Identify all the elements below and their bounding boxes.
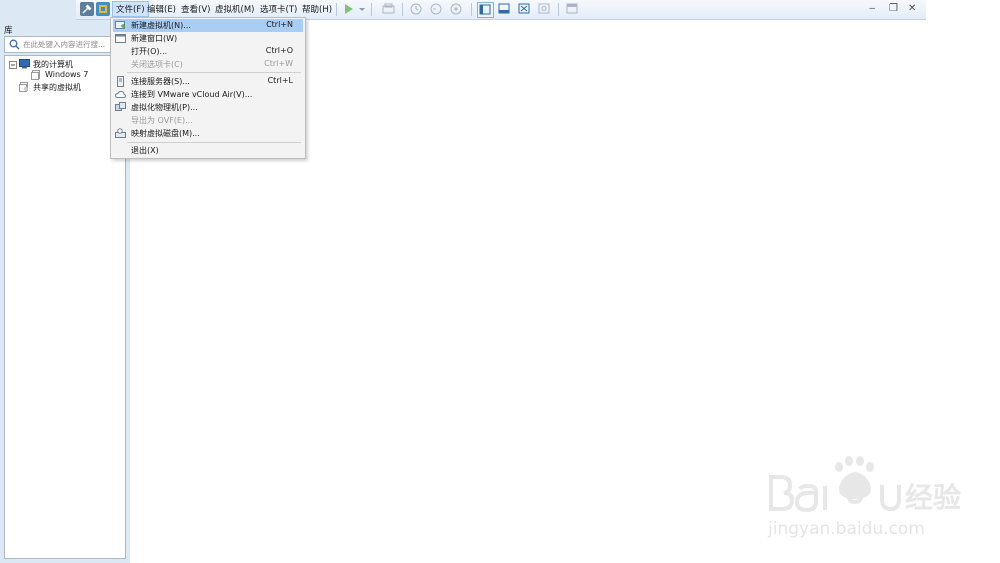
- cloud-icon: [115, 90, 126, 98]
- snapshot-manager-icon[interactable]: [449, 2, 464, 16]
- fullscreen-icon[interactable]: [517, 2, 532, 16]
- menu-item-new-vm[interactable]: 新建虚拟机(N)... Ctrl+N: [113, 19, 303, 32]
- baidu-jingyan-watermark: 经验 jingyan.baidu.com: [765, 455, 965, 555]
- menu-item-shortcut: Ctrl+N: [266, 20, 293, 29]
- menu-item-export-ovf: 导出为 OVF(E)...: [113, 114, 303, 127]
- library-search-box[interactable]: [4, 36, 113, 53]
- toolbar-separator: [336, 3, 337, 16]
- menu-item-shortcut: Ctrl+W: [264, 59, 293, 68]
- thumbnail-view-icon[interactable]: [497, 2, 512, 16]
- vm-icon: [31, 70, 40, 80]
- menu-separator: [127, 72, 301, 73]
- library-title: 库: [4, 26, 13, 36]
- menu-item-close-tab: 关闭选项卡(C) Ctrl+W: [113, 58, 303, 71]
- left-blank-strip: [0, 0, 76, 20]
- menu-tabs[interactable]: 选项卡(T): [260, 3, 297, 15]
- menu-edit[interactable]: 编辑(E): [147, 3, 176, 15]
- new-vm-icon: [115, 21, 125, 29]
- menu-separator: [127, 142, 301, 143]
- menu-item-exit[interactable]: 退出(X): [113, 144, 303, 157]
- search-icon: [9, 39, 20, 50]
- close-icon[interactable]: ✕: [908, 3, 916, 14]
- library-tree[interactable]: 我的计算机 Windows 7 共享的虚拟机: [4, 55, 126, 559]
- minimize-icon[interactable]: ‒: [869, 3, 875, 14]
- server-icon: [117, 76, 124, 87]
- menu-help[interactable]: 帮助(H): [302, 3, 332, 15]
- menu-vm[interactable]: 虚拟机(M): [215, 3, 254, 15]
- menu-item-label: 虚拟化物理机(P)...: [131, 103, 198, 112]
- menu-item-label: 连接到 VMware vCloud Air(V)...: [131, 90, 253, 99]
- shared-vm-icon: [19, 82, 28, 92]
- menu-item-label: 新建虚拟机(N)...: [131, 21, 191, 30]
- toolbar-separator: [402, 3, 403, 16]
- search-input[interactable]: [23, 37, 112, 52]
- menu-item-label: 连接服务器(S)...: [131, 77, 190, 86]
- map-disk-icon: [115, 128, 126, 138]
- menu-item-label: 映射虚拟磁盘(M)...: [131, 129, 200, 138]
- toolbar-separator: [471, 3, 472, 16]
- new-window-icon: [115, 34, 126, 43]
- revert-snapshot-icon[interactable]: [429, 2, 444, 16]
- toolbar-separator: [371, 3, 372, 16]
- menu-item-label: 导出为 OVF(E)...: [131, 116, 193, 125]
- tree-item-my-computer[interactable]: 我的计算机: [7, 59, 117, 70]
- send-keys-icon[interactable]: [381, 2, 396, 16]
- menu-item-shortcut: Ctrl+L: [267, 76, 293, 85]
- menu-item-label: 打开(O)...: [131, 47, 168, 56]
- menu-item-map-virtual-disk[interactable]: 映射虚拟磁盘(M)...: [113, 127, 303, 140]
- tree-item-windows-7[interactable]: Windows 7: [31, 70, 119, 81]
- svg-text:经验: 经验: [905, 481, 961, 514]
- watermark-url-text: jingyan.baidu.com: [768, 519, 925, 539]
- snapshot-icon[interactable]: [409, 2, 424, 16]
- menu-item-new-window[interactable]: 新建窗口(W): [113, 32, 303, 45]
- vmware-logo-icon: [96, 2, 110, 16]
- tree-item-label: Windows 7: [45, 70, 89, 79]
- menu-view[interactable]: 查看(V): [181, 3, 210, 15]
- menu-item-label: 新建窗口(W): [131, 34, 178, 43]
- menu-file[interactable]: 文件(F): [112, 1, 149, 17]
- menu-item-shortcut: Ctrl+O: [265, 46, 293, 55]
- restore-icon[interactable]: ❐: [889, 3, 898, 14]
- console-view-icon[interactable]: [565, 2, 580, 16]
- menu-item-virtualize-physical[interactable]: 虚拟化物理机(P)...: [113, 101, 303, 114]
- physical-machine-icon: [115, 102, 126, 111]
- power-on-icon[interactable]: [342, 2, 357, 16]
- menu-item-open[interactable]: 打开(O)... Ctrl+O: [113, 45, 303, 58]
- menu-item-label: 关闭选项卡(C): [131, 60, 183, 69]
- toolbar-separator: [558, 3, 559, 16]
- unity-icon[interactable]: [537, 2, 552, 16]
- menu-item-connect-vcloud-air[interactable]: 连接到 VMware vCloud Air(V)...: [113, 88, 303, 101]
- menu-item-label: 退出(X): [131, 146, 159, 155]
- tree-item-label: 共享的虚拟机: [33, 83, 81, 92]
- baidu-logo-icon: 经验: [769, 456, 961, 514]
- file-menu-dropdown: 新建虚拟机(N)... Ctrl+N 新建窗口(W) 打开(O)... Ctrl…: [110, 17, 306, 159]
- computer-icon: [19, 59, 30, 69]
- library-view-icon[interactable]: [477, 2, 494, 18]
- tree-item-label: 我的计算机: [33, 60, 73, 69]
- power-dropdown-icon[interactable]: [358, 2, 366, 16]
- pin-icon[interactable]: [80, 2, 94, 16]
- tree-item-shared-vms[interactable]: 共享的虚拟机: [19, 82, 119, 93]
- collapse-toggle-icon[interactable]: [9, 61, 17, 69]
- menu-item-connect-server[interactable]: 连接服务器(S)... Ctrl+L: [113, 75, 303, 88]
